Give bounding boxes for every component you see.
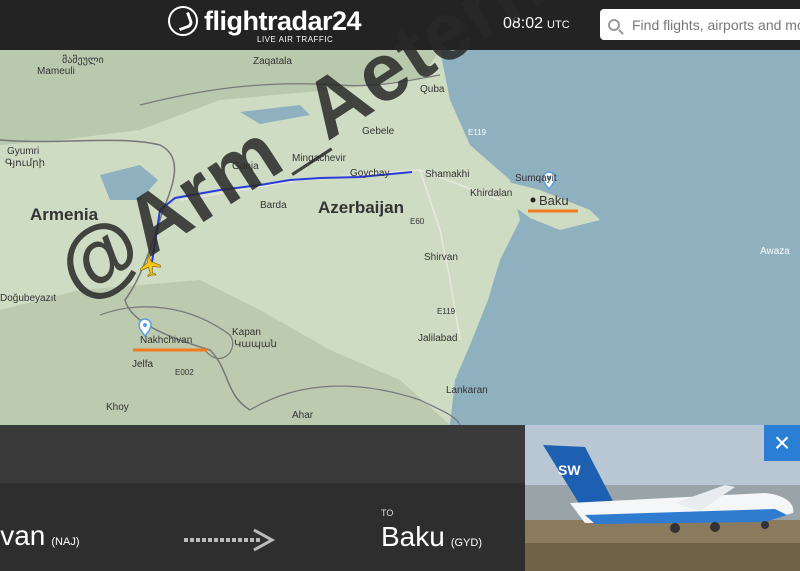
close-icon: × <box>773 427 791 458</box>
map-label-e119b: E119 <box>437 307 456 316</box>
map-label-kapan: Kapan <box>232 327 261 338</box>
map-label-e60: E60 <box>410 217 425 226</box>
flightradar24-logo[interactable]: flightradar24 <box>168 6 362 36</box>
map-label-khoy: Khoy <box>106 402 129 413</box>
route-arrow-icon <box>184 528 276 552</box>
radar-logo-icon <box>168 6 198 36</box>
map-label-sumqayit: Sumqayit <box>515 173 557 184</box>
search-box[interactable] <box>600 9 800 40</box>
aircraft-photo[interactable]: SW <box>525 425 800 571</box>
caspian-sea <box>440 50 800 425</box>
map-label-gyumri: Gyumri <box>7 146 40 157</box>
map-label-goychay: Goychay <box>350 168 390 179</box>
close-photo-button[interactable]: × <box>764 425 800 461</box>
map-label-zaqatala: Zaqatala <box>253 56 292 67</box>
destination-label: TO <box>381 508 394 518</box>
map-label-shamakhi: Shamakhi <box>425 169 470 180</box>
map-label-e119: E119 <box>468 128 487 137</box>
search-input[interactable] <box>630 15 800 34</box>
baku-city-dot <box>530 197 536 203</box>
search-icon <box>608 18 620 31</box>
map-label-nakhchivan: Nakhchivan <box>140 335 193 346</box>
map-label-ahar: Ahar <box>292 410 314 421</box>
airline-mark: SW <box>558 462 581 478</box>
map-label-mameuli: Mameuli <box>37 66 75 77</box>
southern-relief <box>0 280 450 425</box>
logo-tagline: LIVE AIR TRAFFIC <box>257 35 334 44</box>
map-label-khirdalan: Khirdalan <box>470 188 513 199</box>
map-label-awaza: Awaza <box>760 246 790 257</box>
map-label-shirvan: Shirvan <box>424 252 458 263</box>
map-label-e002: E002 <box>175 368 194 377</box>
map-label-baku: Baku <box>539 193 569 208</box>
map-label-jalilabad: Jalilabad <box>418 333 458 344</box>
map-label-lankaran: Lankaran <box>446 385 488 396</box>
destination-city: Baku (GYD) <box>381 521 482 552</box>
flight-info-panel: ivan(NAJ) TO Baku(GYD) <box>0 425 525 571</box>
logo-text: flightradar24 <box>204 6 362 36</box>
map-label-azerbaijan: Azerbaijan <box>318 198 404 217</box>
map-label-dogubeyazit: Doğubeyazıt <box>0 293 57 304</box>
flight-info-header <box>0 425 525 483</box>
map-label-kapan-arm: Կապան <box>234 339 277 350</box>
origin-city: ivan(NAJ) <box>0 520 80 551</box>
aircraft-image: SW <box>525 425 800 571</box>
map-label-jelfa: Jelfa <box>132 359 154 370</box>
map-label-gyumri-arm: Գյումրի <box>5 158 45 169</box>
map-label-mameuli-geo: მამეული <box>62 55 104 66</box>
